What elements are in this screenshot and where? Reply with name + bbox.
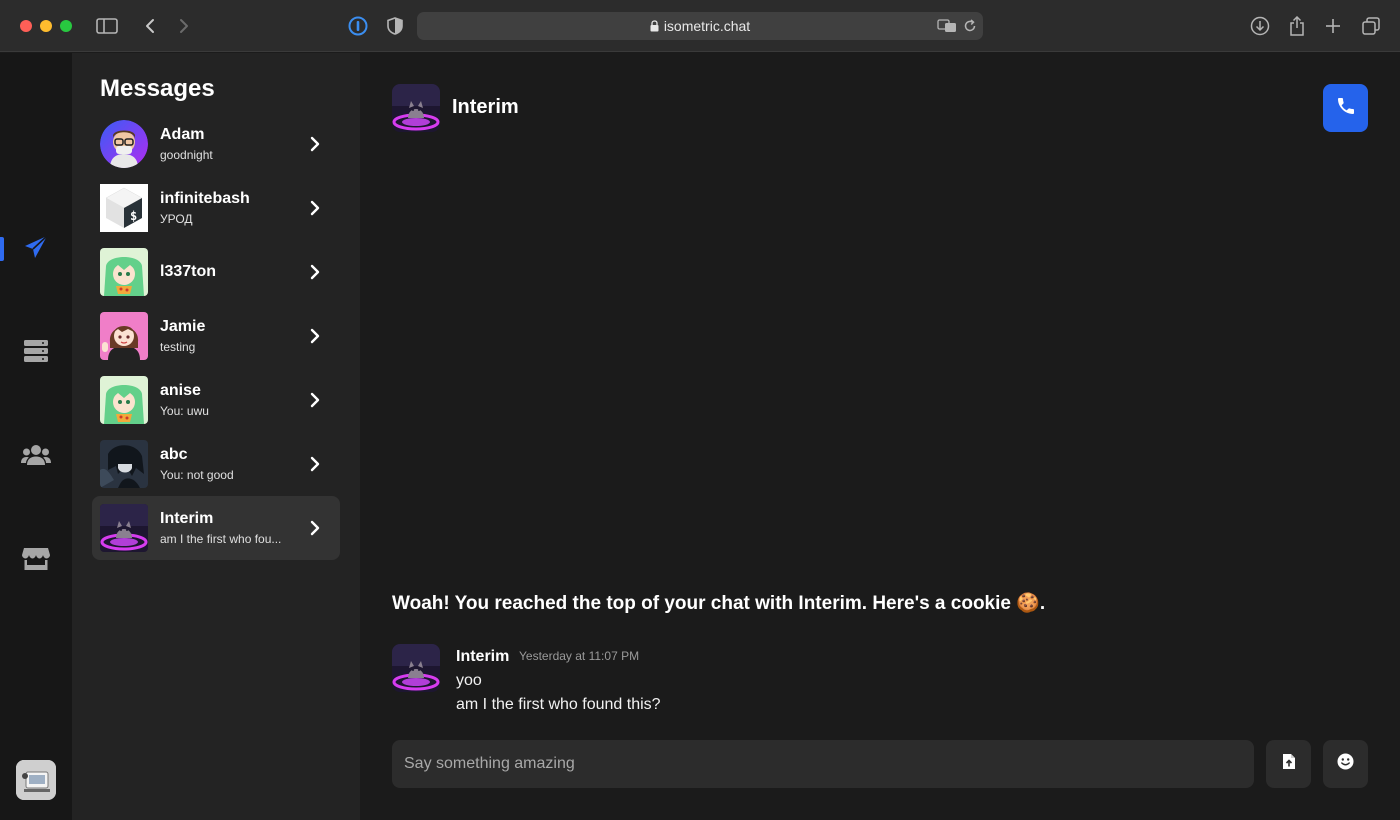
conversation-item-l337ton[interactable]: l337ton — [92, 240, 340, 304]
reload-icon[interactable] — [958, 14, 982, 38]
conversation-preview: You: uwu — [160, 404, 209, 418]
conversation-item-interim[interactable]: Interim am I the first who fou... — [92, 496, 340, 560]
conversation-name: Adam — [160, 126, 205, 143]
chevron-right-icon — [308, 454, 322, 474]
conversation-preview: УРОД — [160, 212, 193, 226]
message-composer[interactable] — [392, 740, 1254, 788]
tab-overview-icon[interactable] — [1359, 14, 1383, 38]
chevron-right-icon — [308, 518, 322, 538]
password-manager-icon[interactable] — [346, 14, 370, 38]
message-author: Interim — [456, 648, 510, 665]
avatar — [100, 120, 148, 168]
translate-icon[interactable] — [935, 14, 959, 38]
avatar — [100, 312, 148, 360]
forward-icon[interactable] — [172, 14, 196, 38]
emoji-button[interactable] — [1323, 740, 1368, 788]
conversation-preview: goodnight — [160, 148, 213, 162]
address-bar[interactable]: isometric.chat — [417, 12, 983, 40]
close-window-button[interactable] — [20, 20, 32, 32]
paper-plane-icon — [23, 234, 49, 265]
servers-nav-button[interactable] — [0, 331, 72, 375]
users-icon — [21, 444, 51, 471]
phone-icon — [1337, 97, 1355, 120]
lock-icon — [650, 19, 659, 35]
chevron-right-icon — [308, 134, 322, 154]
chat-start-notice: Woah! You reached the top of your chat w… — [392, 593, 1046, 614]
chat-pane: Interim Woah! You reached the top of you… — [360, 53, 1400, 820]
conversation-item-anise[interactable]: anise You: uwu — [92, 368, 340, 432]
upload-file-button[interactable] — [1266, 740, 1311, 788]
message-avatar — [392, 644, 440, 692]
conversation-item-abc[interactable]: abc You: not good — [92, 432, 340, 496]
chevron-right-icon — [308, 262, 322, 282]
server-icon — [23, 339, 49, 368]
chevron-right-icon — [308, 326, 322, 346]
conversation-item-adam[interactable]: Adam goodnight — [92, 112, 340, 176]
message-line: yoo — [456, 672, 482, 689]
back-icon[interactable] — [138, 14, 162, 38]
conversation-item-jamie[interactable]: Jamie testing — [92, 304, 340, 368]
avatar — [100, 376, 148, 424]
avatar — [100, 248, 148, 296]
friends-nav-button[interactable] — [0, 435, 72, 479]
zoom-window-button[interactable] — [60, 20, 72, 32]
conversation-name: abc — [160, 446, 188, 463]
sidebar-toggle-icon[interactable] — [95, 14, 119, 38]
conversation-preview: am I the first who fou... — [160, 532, 282, 546]
minimize-window-button[interactable] — [40, 20, 52, 32]
avatar: $ — [100, 184, 148, 232]
url-text: isometric.chat — [663, 18, 751, 34]
app-nav-rail — [0, 53, 72, 820]
shield-icon[interactable] — [383, 14, 407, 38]
new-tab-icon[interactable] — [1321, 14, 1345, 38]
avatar — [100, 504, 148, 552]
conversation-name: infinitebash — [160, 190, 250, 207]
chat-header-avatar — [392, 84, 440, 132]
chat-title: Interim — [452, 96, 519, 118]
call-button[interactable] — [1323, 84, 1368, 132]
message-timestamp: Yesterday at 11:07 PM — [519, 649, 640, 663]
file-upload-icon — [1282, 753, 1296, 775]
message-line: am I the first who found this? — [456, 696, 661, 713]
conversation-name: anise — [160, 382, 201, 399]
messages-title: Messages — [100, 75, 215, 102]
store-nav-button[interactable] — [0, 539, 72, 583]
conversation-item-infinitebash[interactable]: $ infinitebash УРОД — [92, 176, 340, 240]
user-avatar[interactable] — [16, 760, 56, 800]
message-input[interactable] — [392, 740, 1254, 788]
conversation-name: Jamie — [160, 318, 206, 335]
svg-text:$: $ — [130, 209, 137, 223]
share-icon[interactable] — [1285, 14, 1309, 38]
conversation-preview: testing — [160, 340, 196, 354]
conversation-name: l337ton — [160, 263, 217, 280]
smiley-icon — [1337, 753, 1354, 775]
conversation-list-panel: Messages Adam goodnight $ infinitebash У… — [72, 53, 360, 820]
downloads-icon[interactable] — [1248, 14, 1272, 38]
chevron-right-icon — [308, 390, 322, 410]
chevron-right-icon — [308, 198, 322, 218]
conversation-preview: You: not good — [160, 468, 234, 482]
messages-nav-button[interactable] — [0, 227, 72, 271]
browser-toolbar: isometric.chat — [0, 0, 1400, 52]
store-icon — [22, 547, 50, 576]
avatar — [100, 440, 148, 488]
conversation-name: Interim — [160, 510, 214, 527]
